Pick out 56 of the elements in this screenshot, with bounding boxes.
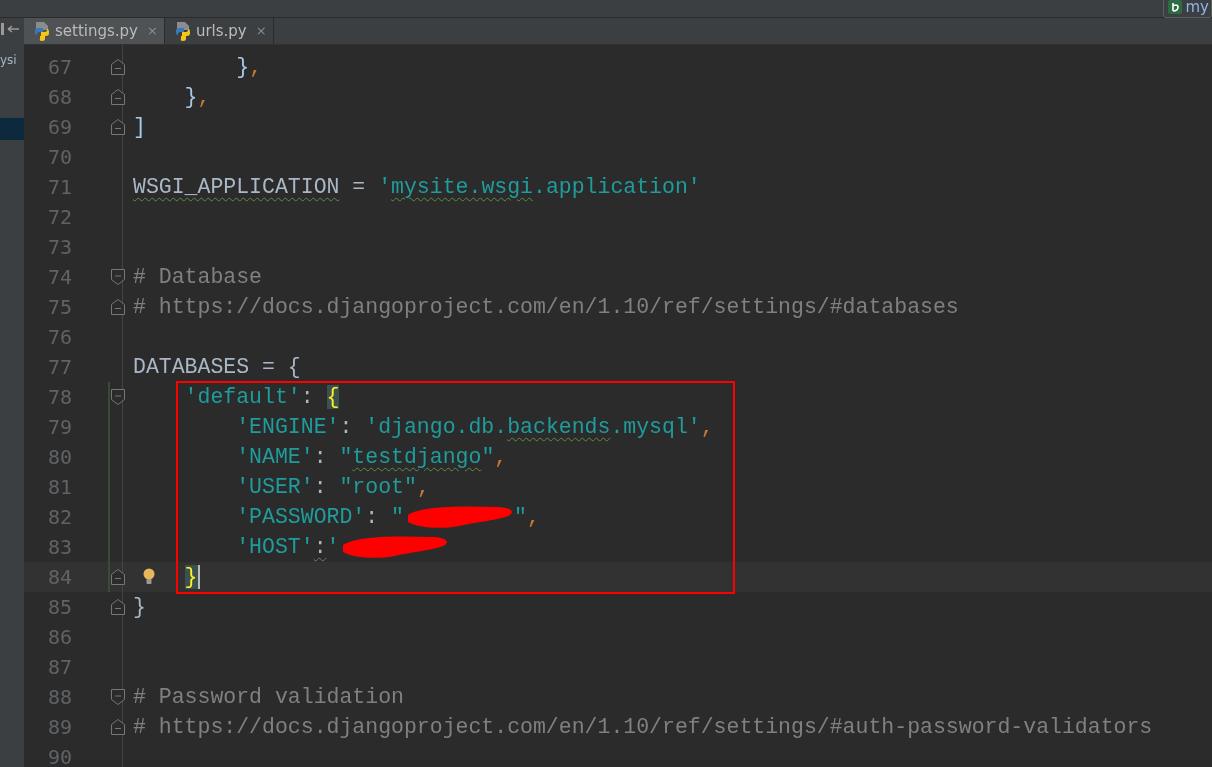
line-number: 81 <box>46 474 72 501</box>
fold-icon[interactable] <box>110 598 126 616</box>
file-tab[interactable]: settings.py × <box>24 18 165 44</box>
code-line: } <box>133 593 146 621</box>
line-number: 68 <box>46 84 72 111</box>
fold-icon[interactable] <box>110 718 126 736</box>
project-tree-label[interactable]: ysi <box>0 51 17 69</box>
collapse-icon[interactable] <box>0 22 20 36</box>
line-number: 67 <box>46 54 72 81</box>
line-number: 76 <box>46 324 72 351</box>
code-line: 'USER': "root", <box>235 473 430 501</box>
lightbulb-icon[interactable] <box>142 568 156 586</box>
line-number: 75 <box>46 294 72 321</box>
line-number: 77 <box>46 354 72 381</box>
fold-icon[interactable] <box>110 58 126 76</box>
line-number: 71 <box>46 174 72 201</box>
code-line: ] <box>133 113 146 141</box>
file-tab[interactable]: urls.py × <box>164 18 274 44</box>
fold-icon[interactable] <box>110 118 126 136</box>
line-number: 82 <box>46 504 72 531</box>
line-number: 83 <box>46 534 72 561</box>
line-number: 90 <box>46 744 72 767</box>
line-number: 72 <box>46 204 72 231</box>
code-line: DATABASES = { <box>133 353 301 381</box>
close-icon[interactable]: × <box>255 21 267 41</box>
fold-icon[interactable] <box>110 268 126 286</box>
line-number: 80 <box>46 444 72 471</box>
fold-icon[interactable] <box>110 388 126 406</box>
code-line: }, <box>235 53 263 81</box>
line-number: 73 <box>46 234 72 261</box>
fold-icon[interactable] <box>110 688 126 706</box>
fold-icon[interactable] <box>110 88 126 106</box>
line-number: 79 <box>46 414 72 441</box>
code-line: }, <box>183 83 211 111</box>
line-number: 87 <box>46 654 72 681</box>
line-number: 78 <box>46 384 72 411</box>
code-line: # Password validation <box>133 683 404 711</box>
code-line: # https://docs.djangoproject.com/en/1.10/ref/settings/#databases <box>133 293 959 321</box>
line-number: 85 <box>46 594 72 621</box>
line-number: 88 <box>46 684 72 711</box>
code-line: 'NAME': "testdjango", <box>235 443 508 471</box>
line-number: 86 <box>46 624 72 651</box>
line-number: 89 <box>46 714 72 741</box>
python-file-icon <box>32 21 52 41</box>
code-line: 'ENGINE': 'django.db.backends.mysql', <box>235 413 714 441</box>
code-line: 'default': { <box>183 383 340 411</box>
django-icon <box>1167 0 1182 14</box>
line-number: 74 <box>46 264 72 291</box>
code-line: # https://docs.djangoproject.com/en/1.10/ref/settings/#auth-password-validators <box>133 713 1153 741</box>
code-line: # Database <box>133 263 263 291</box>
project-selector[interactable]: my <box>1162 0 1212 18</box>
code-line: WSGI_APPLICATION = 'mysite.wsgi.application' <box>133 173 701 201</box>
line-number: 69 <box>46 114 72 141</box>
fold-icon[interactable] <box>110 568 126 586</box>
fold-icon[interactable] <box>110 298 126 316</box>
line-number: 70 <box>46 144 72 171</box>
